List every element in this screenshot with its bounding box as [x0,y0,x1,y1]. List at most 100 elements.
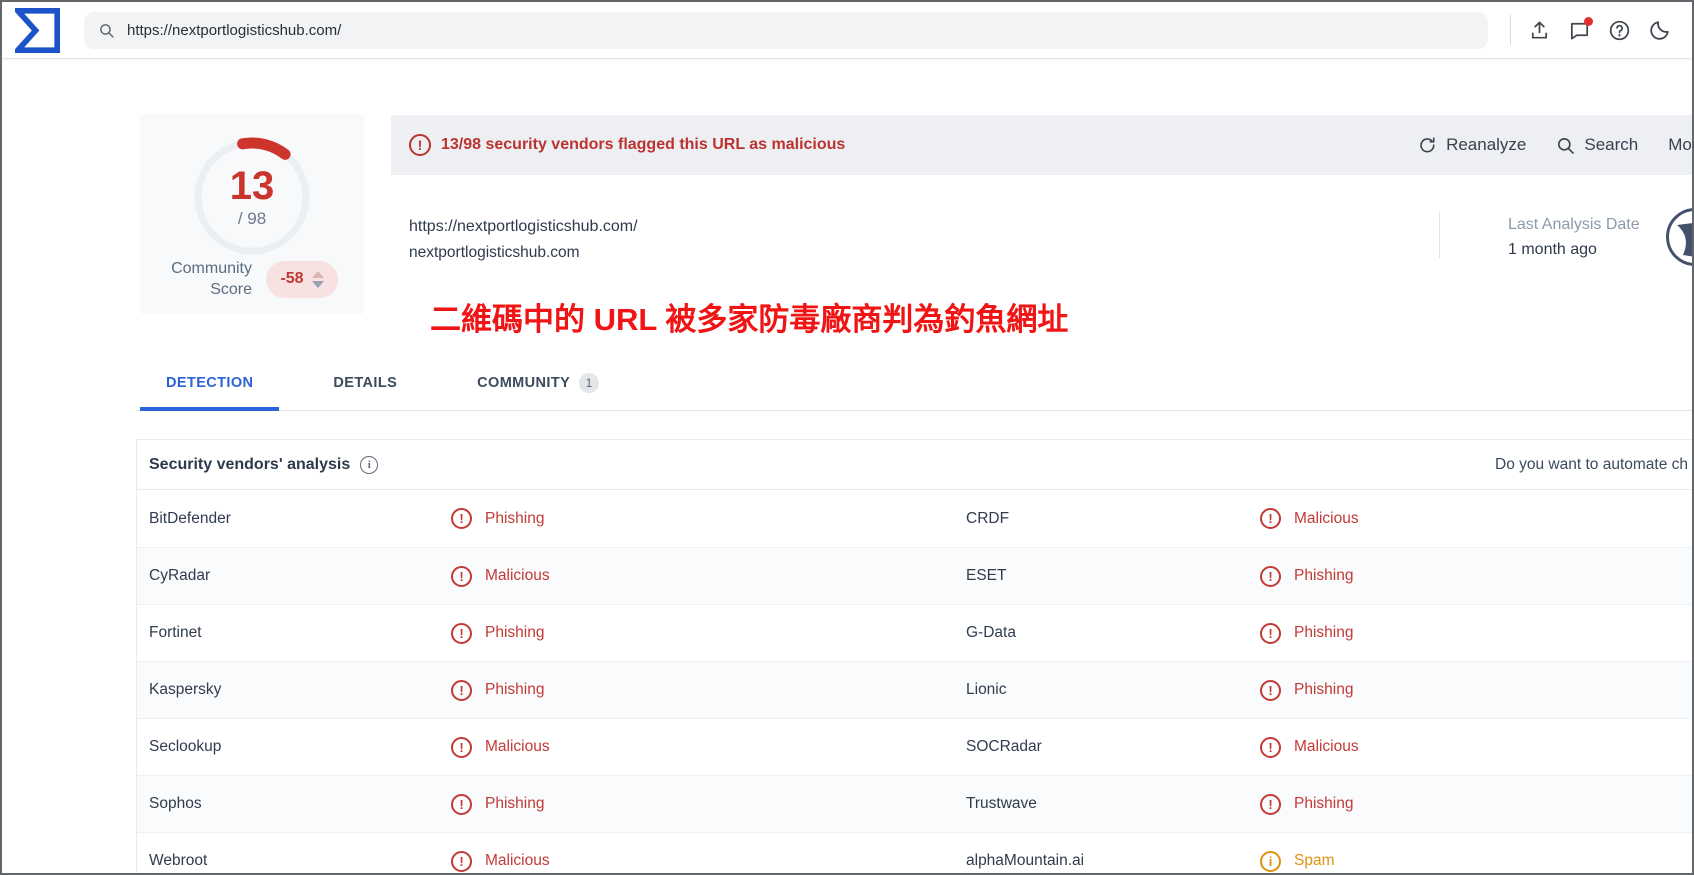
section-header: Security vendors' analysis i Do you want… [137,440,1694,490]
table-row: Kaspersky ! Phishing Lionic ! Phishing [137,661,1694,718]
community-score-pill[interactable]: -58 [266,261,338,298]
vendor-name: ESET [966,567,1260,585]
browser-topbar: https://nextportlogisticshub.com/ [2,2,1692,59]
verdict-label: Malicious [485,738,550,756]
help-icon[interactable] [1599,10,1639,50]
verdict-label: Spam [1294,852,1335,870]
target-url: https://nextportlogisticshub.com/ [409,214,638,240]
alert-icon: ! [409,134,431,156]
virustotal-page: https://nextportlogisticshub.com/ [0,0,1694,875]
tabbar: DETECTION DETAILS COMMUNITY 1 [140,354,625,411]
verdict: ! Phishing [451,508,966,529]
last-analysis-block: Last Analysis Date 1 month ago [1508,213,1640,263]
notification-dot [1584,17,1593,26]
tab-details[interactable]: DETAILS [307,354,423,411]
table-row: Sophos ! Phishing Trustwave ! Phishing [137,775,1694,832]
tab-community[interactable]: COMMUNITY 1 [451,354,625,411]
verdict: i Spam [1260,851,1694,872]
verdict-label: Phishing [485,681,544,699]
vote-carets [312,271,324,288]
alert-icon: ! [451,508,472,529]
verdict-label: Malicious [1294,738,1359,756]
target-domain-link[interactable]: nextportlogisticshub.com [409,240,638,266]
verdict-label: Phishing [485,795,544,813]
vendor-name: Kaspersky [149,681,451,699]
info-icon[interactable]: i [360,456,378,474]
automate-prompt: Do you want to automate ch [1495,440,1688,489]
last-analysis-value: 1 month ago [1508,237,1640,263]
verdict-label: Phishing [485,624,544,642]
search-icon [1556,136,1575,155]
globe-icon[interactable] [1666,208,1694,266]
table-row: BitDefender ! Phishing CRDF ! Malicious [137,490,1694,547]
alert-icon: ! [451,680,472,701]
dark-mode-icon[interactable] [1639,10,1679,50]
verdict: ! Malicious [451,566,966,587]
vendor-name: BitDefender [149,510,451,528]
search-icon [98,22,115,39]
vendor-name: Lionic [966,681,1260,699]
vendor-rows: BitDefender ! Phishing CRDF ! Malicious … [137,490,1694,875]
verdict: ! Malicious [451,851,966,872]
verdict: ! Malicious [1260,508,1694,529]
malicious-count: 13 [230,166,275,206]
more-label: More [1668,135,1694,155]
tab-label: COMMUNITY [477,375,570,391]
reanalyze-label: Reanalyze [1446,135,1526,155]
table-row: CyRadar ! Malicious ESET ! Phishing [137,547,1694,604]
vendor-name: Fortinet [149,624,451,642]
detection-score-donut: 13 / 98 [189,134,315,260]
last-analysis-divider [1439,212,1440,258]
alert-icon: ! [451,794,472,815]
verdict-label: Phishing [1294,567,1353,585]
vote-down-icon[interactable] [312,281,324,288]
section-title: Security vendors' analysis [149,456,350,474]
verdict-label: Phishing [485,510,544,528]
community-score-value: -58 [280,270,303,288]
vendor-name: Webroot [149,852,451,870]
verdict: ! Malicious [1260,737,1694,758]
verdict-label: Phishing [1294,795,1353,813]
annotation-text: 二維碼中的 URL 被多家防毒廠商判為釣魚網址 [430,294,1068,339]
alert-icon: ! [1260,566,1281,587]
alert-icon: ! [451,737,472,758]
verdict-label: Phishing [1294,624,1353,642]
tab-label: DETAILS [333,375,397,391]
vendor-name: alphaMountain.ai [966,852,1260,870]
search-button[interactable]: Search [1556,135,1638,155]
tab-detection[interactable]: DETECTION [140,354,279,411]
more-button[interactable]: More [1668,135,1694,155]
table-row: Webroot ! Malicious alphaMountain.ai i S… [137,832,1694,875]
vendor-name: Trustwave [966,795,1260,813]
url-search-bar[interactable]: https://nextportlogisticshub.com/ [84,12,1488,49]
verdict-label: Malicious [485,567,550,585]
verdict: ! Phishing [451,623,966,644]
tab-label: DETECTION [166,375,253,391]
vote-up-icon[interactable] [312,271,324,278]
alert-icon: ! [1260,508,1281,529]
alert-icon: ! [451,851,472,872]
vendor-name: SOCRadar [966,738,1260,756]
verdict-label: Malicious [1294,510,1359,528]
score-card: 13 / 98 Community Score -58 [140,114,364,314]
verdict: ! Phishing [1260,623,1694,644]
search-label: Search [1584,135,1638,155]
alert-icon: ! [1260,680,1281,701]
community-score-label: Community Score [152,258,252,300]
vendor-name: G-Data [966,624,1260,642]
reanalyze-button[interactable]: Reanalyze [1418,135,1526,155]
virustotal-logo-icon[interactable] [15,8,60,53]
verdict-label: Malicious [485,852,550,870]
feedback-icon[interactable] [1559,10,1599,50]
detection-alert-banner: ! 13/98 security vendors flagged this UR… [391,115,1694,175]
community-count-badge: 1 [579,373,599,393]
upload-icon[interactable] [1519,10,1559,50]
verdict: ! Phishing [451,680,966,701]
vendor-name: CyRadar [149,567,451,585]
alert-message: 13/98 security vendors flagged this URL … [441,136,845,154]
topbar-divider [1510,15,1511,45]
verdict: ! Malicious [451,737,966,758]
alert-icon: ! [1260,623,1281,644]
alert-icon: ! [1260,794,1281,815]
verdict: ! Phishing [1260,680,1694,701]
